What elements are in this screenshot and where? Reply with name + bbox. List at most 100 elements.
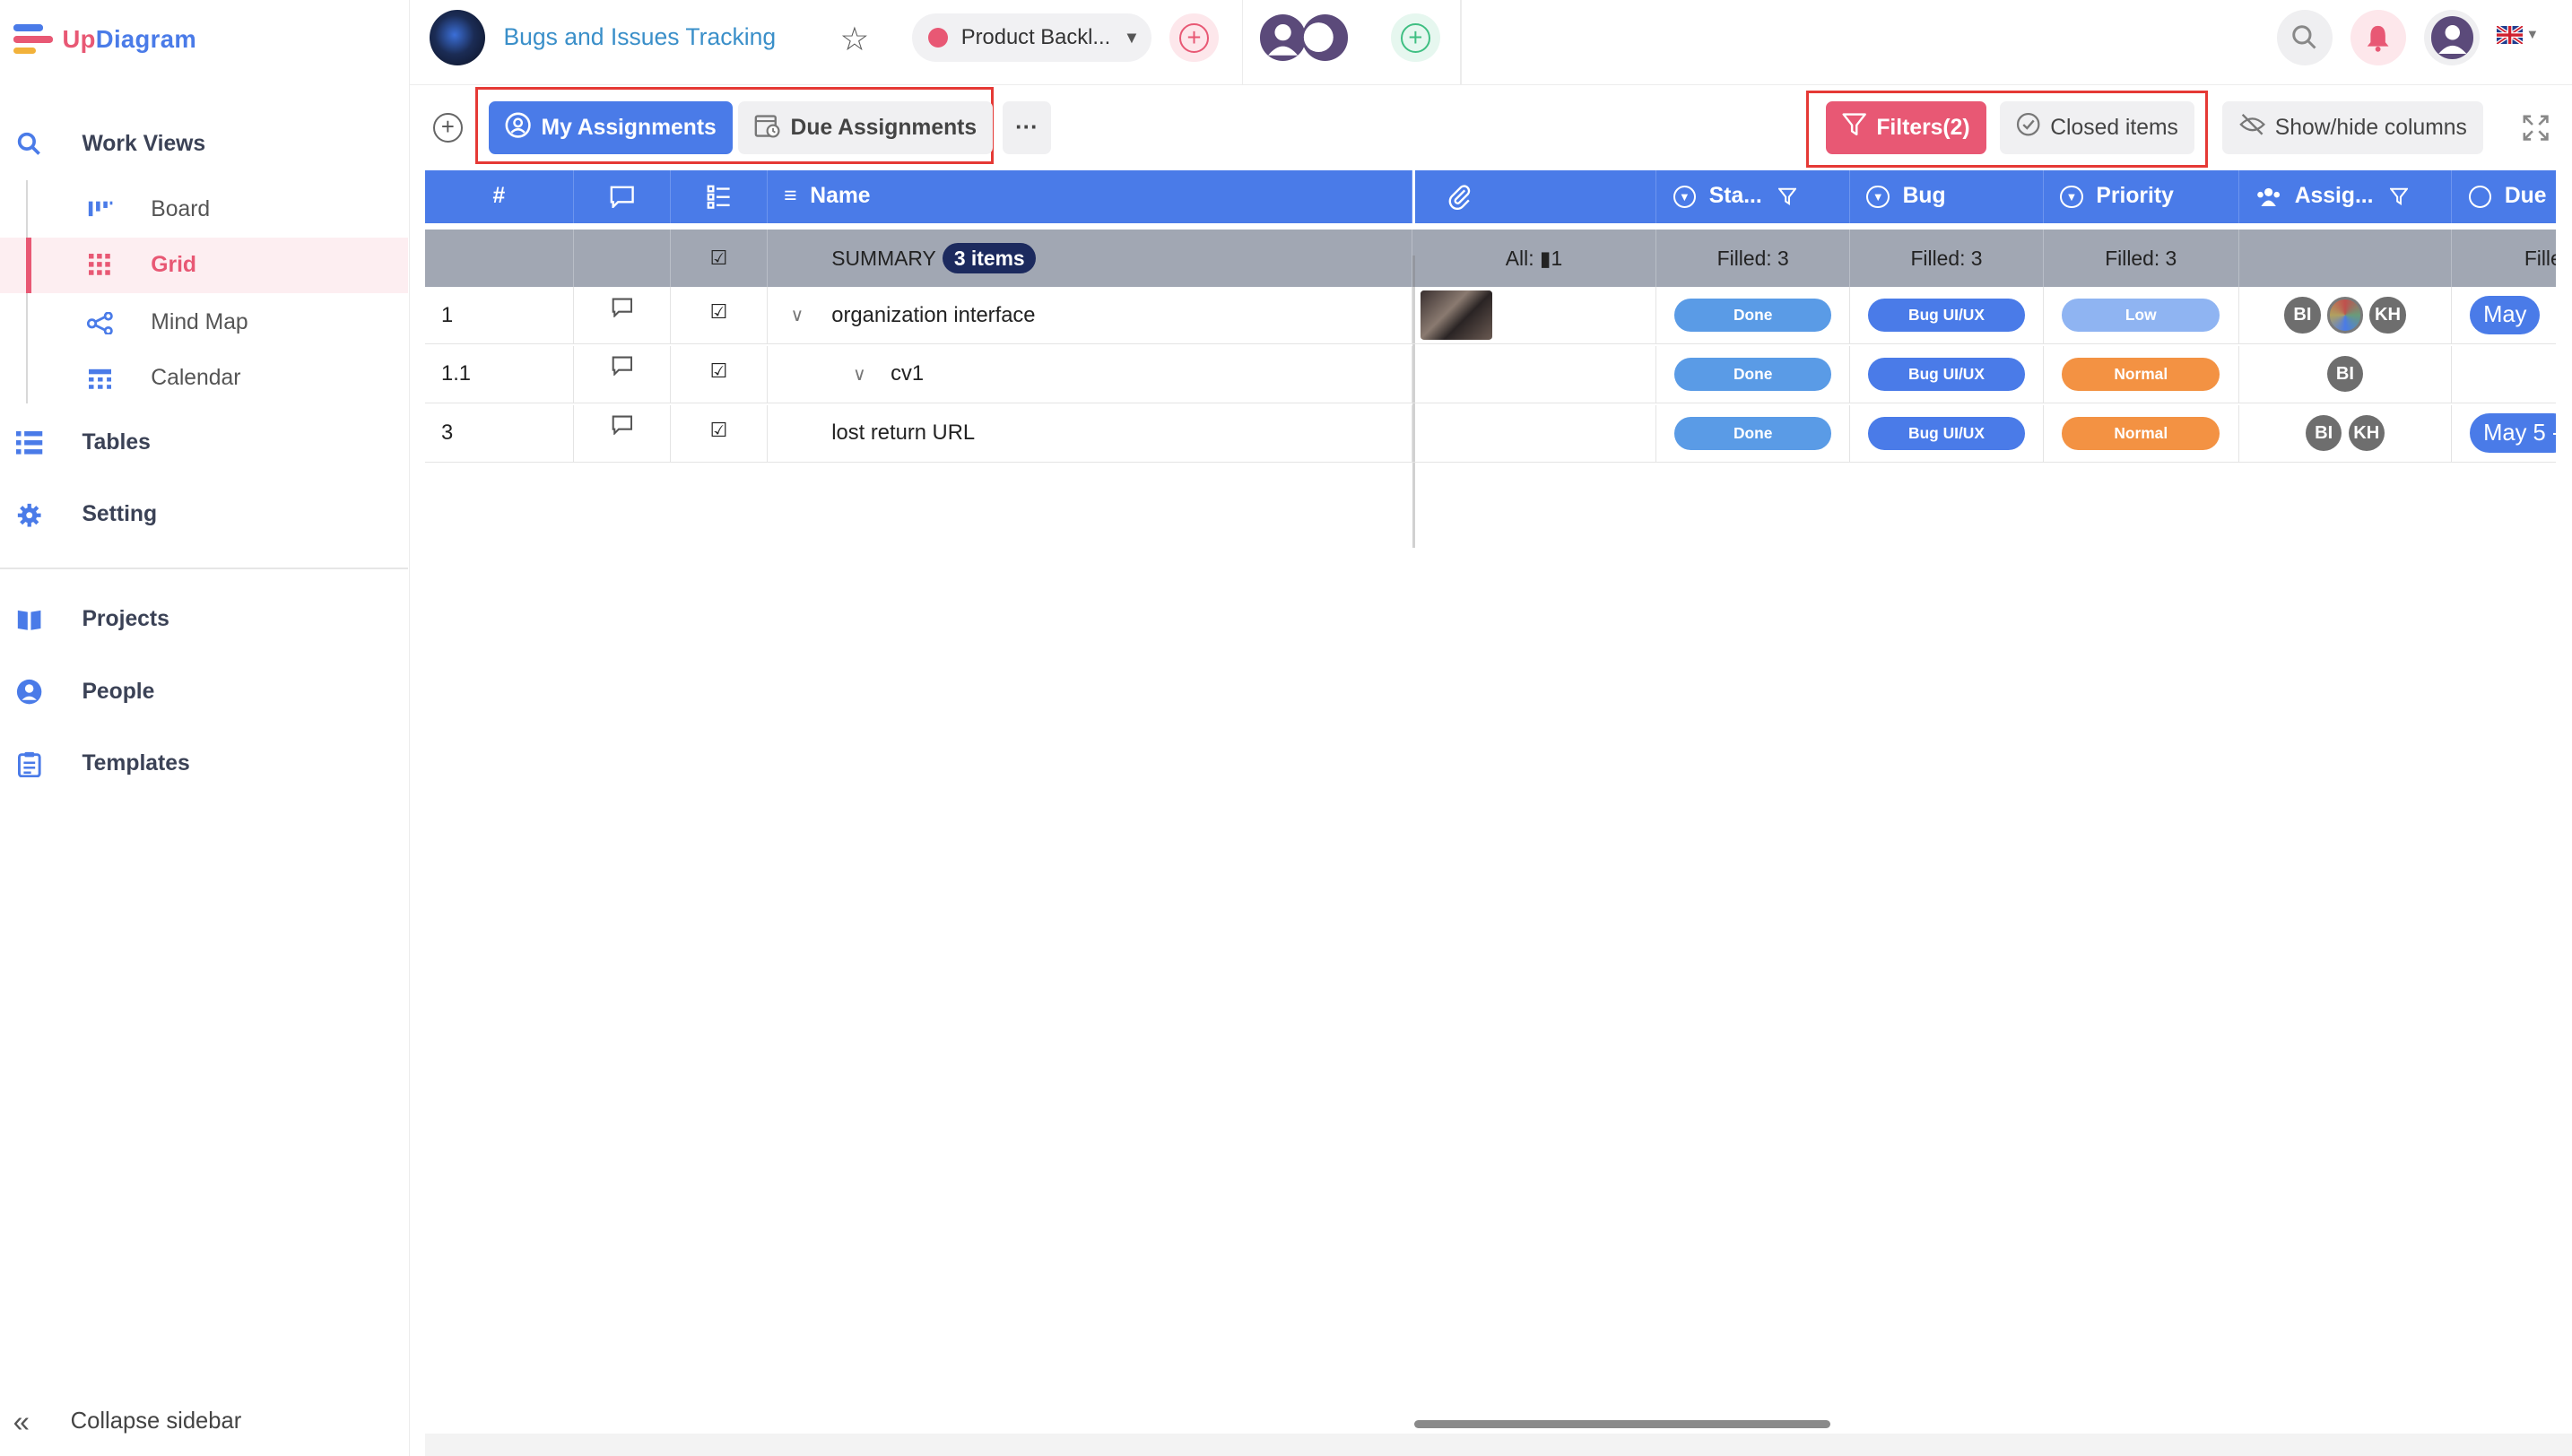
row-name[interactable]: cv1: [891, 361, 924, 386]
notifications-button[interactable]: [2350, 9, 2407, 66]
priority-pill[interactable]: Normal: [2062, 416, 2220, 450]
bug-pill[interactable]: Bug UI/UX: [1867, 358, 2026, 391]
sidebar-item-tables[interactable]: Tables: [0, 415, 408, 471]
closed-items-button[interactable]: Closed items: [1999, 101, 2195, 154]
more-options-button[interactable]: ···: [1002, 101, 1052, 154]
status-pill[interactable]: Done: [1673, 299, 1832, 332]
language-selector[interactable]: ▼: [2496, 26, 2539, 45]
column-header-due[interactable]: Due: [2452, 170, 2556, 223]
backlog-dropdown[interactable]: Product Backl... ▼: [911, 13, 1151, 63]
sidebar-item-projects[interactable]: Projects: [0, 592, 408, 647]
add-member-button[interactable]: +: [1390, 13, 1440, 63]
table-cell-name[interactable]: ∨ organization interface: [767, 287, 1412, 345]
horizontal-scrollbar[interactable]: [1413, 1419, 1831, 1429]
bug-pill[interactable]: Bug UI/UX: [1867, 416, 2026, 450]
my-assignments-button[interactable]: My Assignments: [489, 101, 734, 154]
comment-icon[interactable]: [612, 356, 633, 382]
column-header-name[interactable]: ≡ Name: [767, 170, 1412, 223]
star-icon[interactable]: ☆: [839, 20, 869, 58]
table-cell-bug[interactable]: Bug UI/UX: [1850, 404, 2044, 463]
table-cell-check[interactable]: ☑: [671, 287, 768, 345]
table-cell-status[interactable]: Done: [1656, 345, 1851, 403]
table-cell-check[interactable]: ☑: [671, 404, 768, 463]
project-avatar[interactable]: [430, 9, 486, 66]
sidebar-item-setting[interactable]: Setting: [0, 487, 408, 542]
table-cell-name[interactable]: lost return URL: [767, 404, 1412, 463]
column-header-comments[interactable]: [574, 170, 672, 223]
row-name[interactable]: organization interface: [831, 303, 1035, 328]
column-header-number[interactable]: #: [424, 170, 575, 223]
filters-button[interactable]: Filters(2): [1825, 101, 1986, 154]
due-assignments-button[interactable]: Due Assignments: [738, 101, 994, 154]
assignee-avatar[interactable]: BI: [2326, 356, 2364, 393]
assignee-avatar[interactable]: KH: [2369, 297, 2406, 334]
assignee-avatar[interactable]: BI: [2284, 297, 2321, 334]
table-cell-status[interactable]: Done: [1656, 404, 1851, 463]
table-cell-bug[interactable]: Bug UI/UX: [1850, 345, 2044, 403]
table-cell-comment[interactable]: [574, 345, 672, 403]
sidebar-item-board[interactable]: Board: [0, 182, 408, 238]
table-cell-assignees[interactable]: BI KH: [2238, 404, 2453, 463]
chevron-down-icon[interactable]: ∨: [791, 304, 804, 326]
global-search-button[interactable]: [2276, 9, 2333, 66]
table-cell-assignees[interactable]: BI KH: [2238, 287, 2453, 345]
table-cell-due[interactable]: May: [2452, 287, 2556, 345]
add-backlog-button[interactable]: +: [1169, 13, 1219, 63]
status-pill[interactable]: Done: [1673, 416, 1832, 450]
priority-pill[interactable]: Normal: [2062, 358, 2220, 391]
row-name[interactable]: lost return URL: [831, 420, 975, 446]
app-logo[interactable]: UpDiagram: [13, 20, 196, 59]
chevron-down-icon[interactable]: ∨: [853, 363, 866, 386]
sidebar-item-templates[interactable]: Templates: [0, 736, 408, 792]
assignee-avatar[interactable]: KH: [2348, 415, 2385, 452]
table-cell-bug[interactable]: Bug UI/UX: [1850, 287, 2044, 345]
sidebar-item-grid[interactable]: Grid: [0, 238, 409, 294]
due-date-pill[interactable]: May 5 -: [2470, 413, 2556, 454]
due-date-pill[interactable]: May: [2470, 295, 2541, 335]
column-header-subtasks[interactable]: [671, 170, 768, 223]
column-header-status[interactable]: ▼ Sta...: [1656, 170, 1851, 223]
expand-icon[interactable]: [2523, 115, 2549, 148]
assignee-avatar[interactable]: BI: [2306, 415, 2342, 452]
user-avatar-button[interactable]: [2424, 9, 2481, 66]
table-cell-comment[interactable]: [574, 404, 672, 463]
team-avatars[interactable]: [1259, 13, 1361, 63]
comment-icon[interactable]: [612, 415, 633, 441]
sidebar-item-calendar[interactable]: Calendar: [0, 351, 408, 406]
status-pill[interactable]: Done: [1673, 358, 1832, 391]
column-header-priority[interactable]: ▼ Priority: [2043, 170, 2239, 223]
checkbox-icon[interactable]: ☑: [710, 300, 728, 324]
column-header-bug[interactable]: ▼ Bug: [1850, 170, 2044, 223]
table-cell-priority[interactable]: Normal: [2043, 404, 2239, 463]
table-cell-attach[interactable]: [1412, 404, 1657, 463]
project-title[interactable]: Bugs and Issues Tracking: [504, 23, 777, 51]
column-header-attachments[interactable]: [1415, 170, 1657, 223]
assignee-avatar[interactable]: [2326, 297, 2364, 334]
plus-icon: +: [1400, 22, 1430, 53]
table-cell-status[interactable]: Done: [1656, 287, 1851, 345]
table-cell-attach[interactable]: [1412, 287, 1657, 345]
table-cell-name[interactable]: ∨ cv1: [767, 345, 1412, 403]
sidebar-item-work-views[interactable]: Work Views: [0, 117, 408, 172]
table-cell-priority[interactable]: Low: [2043, 287, 2239, 345]
checkbox-icon[interactable]: ☑: [710, 360, 728, 383]
table-cell-check[interactable]: ☑: [671, 345, 768, 403]
table-cell-priority[interactable]: Normal: [2043, 345, 2239, 403]
sidebar-item-mind-map[interactable]: Mind Map: [0, 295, 408, 351]
table-cell-assignees[interactable]: BI: [2238, 345, 2453, 403]
checkbox-icon[interactable]: ☑: [710, 419, 728, 442]
table-cell-attach[interactable]: [1412, 345, 1657, 403]
bug-pill[interactable]: Bug UI/UX: [1867, 299, 2026, 332]
item-count-badge: 3 items: [943, 242, 1037, 274]
comment-icon[interactable]: [612, 298, 633, 324]
priority-pill[interactable]: Low: [2062, 299, 2220, 332]
column-header-assignee[interactable]: Assig...: [2238, 170, 2453, 223]
table-cell-due[interactable]: May 5 -: [2452, 405, 2556, 463]
add-view-button[interactable]: +: [432, 113, 463, 143]
table-cell-comment[interactable]: [574, 287, 672, 345]
show-hide-columns-button[interactable]: Show/hide columns: [2222, 101, 2484, 154]
collapse-sidebar-button[interactable]: « Collapse sidebar: [0, 1394, 408, 1450]
table-cell-due[interactable]: [2452, 346, 2556, 403]
sidebar-item-people[interactable]: People: [0, 664, 408, 720]
attachment-thumbnail[interactable]: [1420, 290, 1493, 340]
